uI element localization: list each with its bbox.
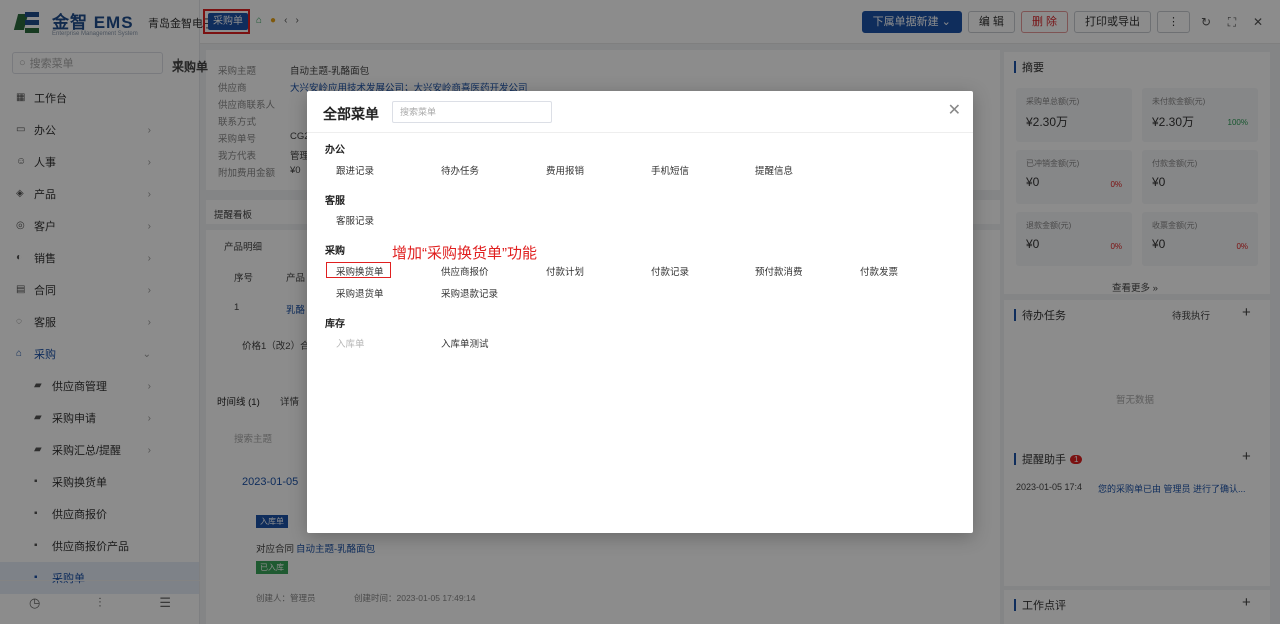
- menu-item[interactable]: 跟进记录: [336, 163, 374, 177]
- menu-item[interactable]: 采购退货单: [336, 286, 384, 300]
- section-title-inventory: 库存: [325, 319, 345, 330]
- annotation-text: 增加“采购换货单”功能: [392, 245, 537, 262]
- modal-search-input[interactable]: 搜索菜单: [392, 101, 552, 123]
- section-title-service: 客服: [325, 196, 345, 207]
- menu-item[interactable]: 付款记录: [651, 264, 689, 278]
- menu-item[interactable]: 待办任务: [441, 163, 479, 177]
- menu-item[interactable]: 付款计划: [546, 264, 584, 278]
- menu-item[interactable]: 手机短信: [651, 163, 689, 177]
- close-icon[interactable]: ✕: [948, 100, 961, 120]
- menu-item[interactable]: 提醒信息: [755, 163, 793, 177]
- menu-item[interactable]: 预付款消费: [755, 264, 803, 278]
- all-menus-modal: 全部菜单 搜索菜单 ✕ 办公 跟进记录 待办任务 费用报销 手机短信 提醒信息 …: [307, 91, 973, 533]
- menu-item[interactable]: 入库单: [336, 336, 365, 350]
- menu-item[interactable]: 采购退款记录: [441, 286, 498, 300]
- section-title-office: 办公: [325, 145, 345, 156]
- menu-item[interactable]: 供应商报价: [441, 264, 489, 278]
- menu-item[interactable]: 付款发票: [860, 264, 898, 278]
- divider: [307, 132, 973, 133]
- menu-item-purchase-exchange[interactable]: 采购换货单: [336, 264, 384, 278]
- menu-item[interactable]: 入库单测试: [441, 336, 489, 350]
- modal-title: 全部菜单: [323, 106, 379, 122]
- section-title-purchase: 采购: [325, 246, 345, 257]
- menu-item[interactable]: 费用报销: [546, 163, 584, 177]
- menu-item[interactable]: 客服记录: [336, 213, 374, 227]
